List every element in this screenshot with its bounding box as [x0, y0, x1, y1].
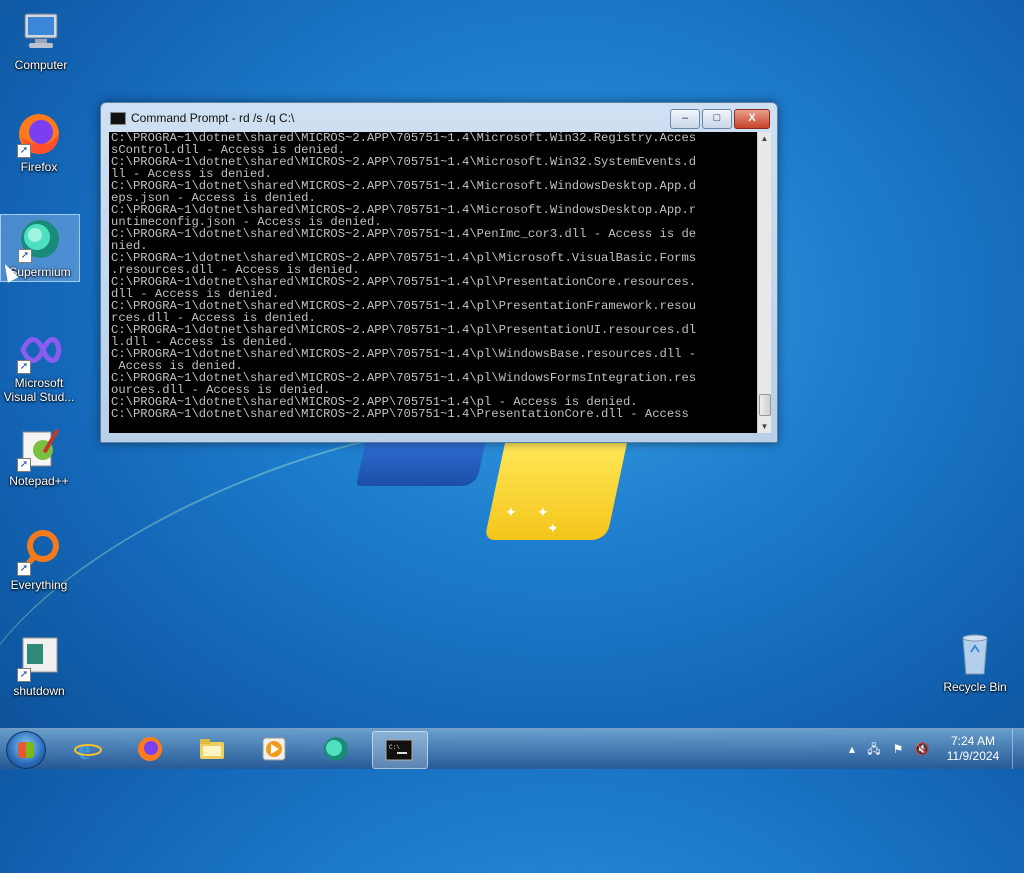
show-hidden-icons-icon[interactable]: ▴	[844, 741, 860, 757]
shortcut-arrow-icon: ➚	[17, 562, 31, 576]
volume-muted-icon[interactable]: 🔇	[914, 741, 930, 757]
firefox-icon: ➚	[15, 110, 63, 158]
scroll-thumb[interactable]	[759, 394, 771, 416]
everything-icon: ➚	[15, 528, 63, 576]
svg-text:C:\: C:\	[389, 744, 400, 751]
show-desktop-button[interactable]	[1012, 729, 1024, 769]
shortcut-arrow-icon: ➚	[17, 360, 31, 374]
visual-studio-icon: ➚	[15, 326, 63, 374]
desktop-icon-computer[interactable]: Computer	[2, 8, 80, 72]
taskbar-command-prompt[interactable]: C:\	[372, 731, 428, 769]
action-center-flag-icon[interactable]: ⚑	[890, 741, 906, 757]
close-button[interactable]: X	[734, 109, 770, 129]
shutdown-icon: ➚	[15, 634, 63, 682]
media-player-icon	[262, 737, 286, 761]
desktop-icon-label: Computer	[14, 58, 68, 72]
desktop-icon-everything[interactable]: ➚ Everything	[0, 528, 78, 592]
internet-explorer-icon: e	[74, 735, 102, 763]
console-output[interactable]: C:\PROGRA~1\dotnet\shared\MICROS~2.APP\7…	[109, 132, 757, 433]
supermium-icon	[324, 737, 348, 761]
windows-logo-icon	[18, 742, 34, 758]
desktop-icon-shutdown[interactable]: ➚ shutdown	[0, 634, 78, 698]
system-clock[interactable]: 7:24 AM 11/9/2024	[938, 734, 1008, 764]
window-title: Command Prompt - rd /s /q C:\	[131, 111, 295, 125]
start-button[interactable]	[6, 731, 46, 769]
taskbar-internet-explorer[interactable]: e	[62, 731, 116, 767]
taskbar-file-explorer[interactable]	[186, 731, 240, 767]
maximize-button[interactable]: □	[702, 109, 732, 129]
minimize-button[interactable]: ‒	[670, 109, 700, 129]
taskbar-supermium[interactable]	[310, 731, 364, 767]
desktop-icon-label: Firefox	[20, 160, 58, 174]
vertical-scrollbar[interactable]: ▲ ▼	[757, 132, 771, 433]
taskbar-media-player[interactable]	[248, 731, 302, 767]
wallpaper-windows-logo: ✦ ✦ ✦	[355, 436, 635, 546]
scroll-down-icon[interactable]: ▼	[758, 420, 771, 433]
network-icon[interactable]: 🖧	[866, 741, 882, 757]
desktop-icon-label: shutdown	[13, 684, 65, 698]
console-text: C:\PROGRA~1\dotnet\shared\MICROS~2.APP\7…	[111, 132, 697, 421]
desktop-icon-notepadpp[interactable]: ➚ Notepad++	[0, 424, 78, 488]
clock-time: 7:24 AM	[950, 734, 996, 748]
window-titlebar[interactable]: Command Prompt - rd /s /q C:\ ‒ □ X	[101, 103, 777, 131]
recycle-bin-icon	[951, 630, 999, 678]
desktop-icon-label: Everything	[10, 578, 68, 592]
computer-icon	[17, 8, 65, 56]
command-prompt-icon: C:\	[385, 739, 413, 761]
scroll-up-icon[interactable]: ▲	[758, 132, 771, 145]
command-prompt-icon	[110, 112, 126, 125]
svg-text:e: e	[78, 735, 90, 763]
shortcut-arrow-icon: ➚	[17, 668, 31, 682]
command-prompt-window[interactable]: Command Prompt - rd /s /q C:\ ‒ □ X C:\P…	[100, 102, 778, 443]
notepadpp-icon: ➚	[15, 424, 63, 472]
desktop-icon-label: Microsoft Visual Stud...	[3, 376, 75, 404]
desktop-icon-recycle-bin[interactable]: Recycle Bin	[936, 630, 1014, 694]
desktop-icon-label: Notepad++	[9, 474, 69, 488]
shortcut-arrow-icon: ➚	[17, 144, 31, 158]
taskbar: e C:\ ▴ 🖧 ⚑ 🔇 7:24 AM 11/9/2024	[0, 728, 1024, 769]
supermium-icon: ➚	[16, 215, 64, 263]
taskbar-firefox[interactable]	[124, 731, 178, 767]
desktop-icon-label: Recycle Bin	[943, 680, 1007, 694]
desktop-icon-firefox[interactable]: ➚ Firefox	[0, 110, 78, 174]
desktop-icon-visual-studio[interactable]: ➚ Microsoft Visual Stud...	[0, 326, 78, 404]
clock-date: 11/9/2024	[946, 749, 1000, 763]
file-explorer-icon	[200, 739, 224, 759]
shortcut-arrow-icon: ➚	[18, 249, 32, 263]
firefox-icon	[138, 737, 162, 761]
shortcut-arrow-icon: ➚	[17, 458, 31, 472]
